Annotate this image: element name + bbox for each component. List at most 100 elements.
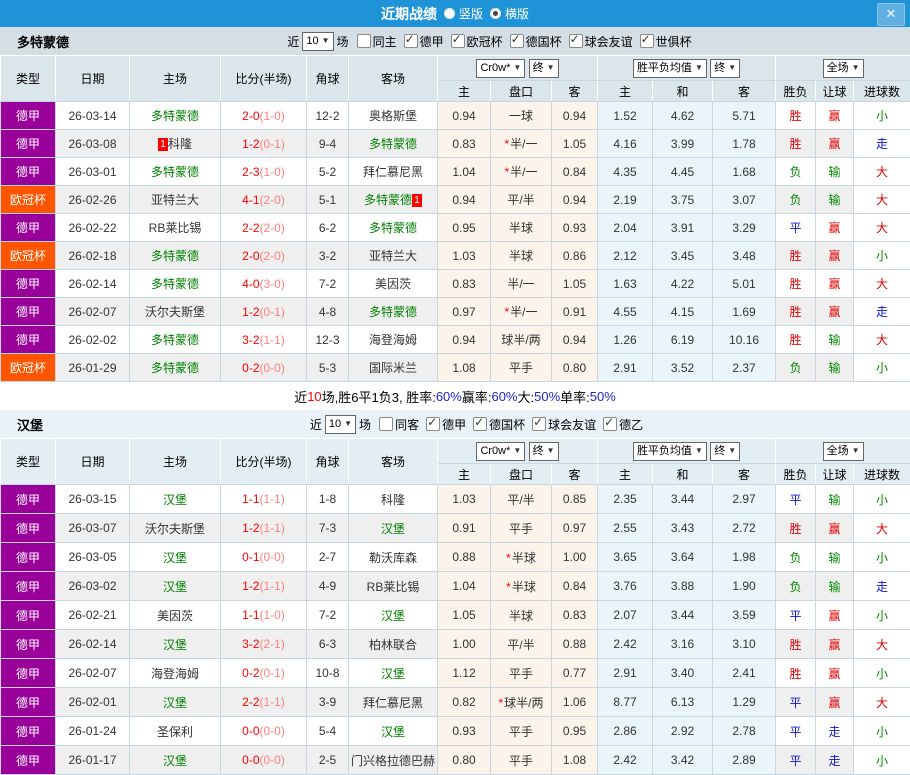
avg-home-odds: 2.42 xyxy=(598,746,653,775)
handicap-cell: *球半/两 xyxy=(491,688,552,717)
league-cell: 德甲 xyxy=(1,688,56,717)
same-venue-checkbox[interactable]: 同主 xyxy=(357,33,397,50)
league-cell: 德甲 xyxy=(1,746,56,775)
away-team-cell: 勒沃库森 xyxy=(349,543,438,572)
league-checkbox[interactable]: 德乙 xyxy=(603,416,643,433)
result-handicap-cell: 赢 xyxy=(816,130,854,158)
away-team-cell: 亚特兰大 xyxy=(349,242,438,270)
league-cell: 德甲 xyxy=(1,601,56,630)
league-checkbox[interactable]: 球会友谊 xyxy=(532,416,596,433)
home-team-cell: 多特蒙德 xyxy=(130,242,221,270)
vertical-radio-label: 竖版 xyxy=(459,5,483,22)
col-corner: 角球 xyxy=(307,56,349,102)
filter-bar: 近 10▼ 场 同客 德甲德国杯球会友谊德乙 xyxy=(43,415,910,434)
score-cell: 1-2(0-1) xyxy=(221,130,307,158)
date-cell: 26-02-18 xyxy=(56,242,130,270)
layout-radio-vertical[interactable]: 竖版 xyxy=(444,5,483,22)
crow-home-odds: 0.94 xyxy=(438,326,491,354)
result-wdl-cell: 胜 xyxy=(776,242,816,270)
games-label: 场 xyxy=(337,33,349,50)
handicap-cell: 平手 xyxy=(491,717,552,746)
league-checkbox[interactable]: 德甲 xyxy=(404,33,444,50)
away-team-cell: 海登海姆 xyxy=(349,326,438,354)
league-cell: 德甲 xyxy=(1,214,56,242)
league-checkbox[interactable]: 德国杯 xyxy=(510,33,562,50)
avg-odds-select[interactable]: 胜平负均值▼ xyxy=(633,442,707,461)
avg-away-odds: 3.48 xyxy=(713,242,776,270)
close-icon[interactable]: ✕ xyxy=(877,3,905,26)
corner-cell: 4-8 xyxy=(307,298,349,326)
corner-cell: 12-2 xyxy=(307,102,349,130)
avg-draw-odds: 6.19 xyxy=(653,326,713,354)
score-cell: 0-1(0-0) xyxy=(221,543,307,572)
recent-count-select[interactable]: 10▼ xyxy=(302,32,333,51)
result-handicap-cell: 输 xyxy=(816,158,854,186)
bookmaker-final-select[interactable]: 终▼ xyxy=(529,59,559,78)
league-checkbox[interactable]: 球会友谊 xyxy=(569,33,633,50)
same-venue-checkbox[interactable]: 同客 xyxy=(379,416,419,433)
avg-draw-odds: 3.45 xyxy=(653,242,713,270)
corner-cell: 7-2 xyxy=(307,270,349,298)
result-handicap-cell: 赢 xyxy=(816,688,854,717)
hamburg-odds-table: 类型 日期 主场 比分(半场) 角球 客场 Cr0w*▼ 终▼ 胜平负均值▼ 终… xyxy=(0,438,910,775)
recent-count-select[interactable]: 10▼ xyxy=(325,415,356,434)
col-crow-home: 主 xyxy=(438,81,491,102)
result-wdl-cell: 胜 xyxy=(776,659,816,688)
result-wdl-cell: 平 xyxy=(776,601,816,630)
avg-away-odds: 3.07 xyxy=(713,186,776,214)
result-wdl-cell: 胜 xyxy=(776,130,816,158)
result-goals-cell: 小 xyxy=(854,354,910,382)
result-goals-cell: 小 xyxy=(854,601,910,630)
avg-home-odds: 2.04 xyxy=(598,214,653,242)
league-checkbox[interactable]: 欧冠杯 xyxy=(451,33,503,50)
avg-draw-odds: 3.52 xyxy=(653,354,713,382)
result-wdl-cell: 负 xyxy=(776,158,816,186)
avg-odds-select[interactable]: 胜平负均值▼ xyxy=(633,59,707,78)
date-cell: 26-03-14 xyxy=(56,102,130,130)
league-cell: 欧冠杯 xyxy=(1,242,56,270)
vertical-radio-icon[interactable] xyxy=(444,8,455,19)
home-team-cell: 亚特兰大 xyxy=(130,186,221,214)
col-avg-draw: 和 xyxy=(653,464,713,485)
result-handicap-cell: 赢 xyxy=(816,102,854,130)
handicap-cell: 平/半 xyxy=(491,186,552,214)
bookmaker-select[interactable]: Cr0w*▼ xyxy=(476,442,525,461)
score-cell: 4-0(3-0) xyxy=(221,270,307,298)
crow-home-odds: 1.03 xyxy=(438,242,491,270)
col-result-goals: 进球数 xyxy=(854,464,910,485)
league-cell: 德甲 xyxy=(1,514,56,543)
home-team-cell: 汉堡 xyxy=(130,572,221,601)
match-row: 德甲26-03-05汉堡0-1(0-0)2-7勒沃库森0.88*半球1.003.… xyxy=(1,543,910,572)
result-goals-cell: 小 xyxy=(854,102,910,130)
avg-draw-odds: 3.42 xyxy=(653,746,713,775)
corner-cell: 4-9 xyxy=(307,572,349,601)
result-goals-cell: 走 xyxy=(854,298,910,326)
horizontal-radio-icon[interactable] xyxy=(490,8,501,19)
avg-draw-odds: 6.13 xyxy=(653,688,713,717)
dortmund-odds-table: 类型 日期 主场 比分(半场) 角球 客场 Cr0w*▼ 终▼ 胜平负均值▼ 终… xyxy=(0,55,910,382)
result-goals-cell: 走 xyxy=(854,572,910,601)
avg-home-odds: 3.65 xyxy=(598,543,653,572)
scope-select[interactable]: 全场▼ xyxy=(823,442,864,461)
avg-home-odds: 2.55 xyxy=(598,514,653,543)
layout-radio-horizontal[interactable]: 横版 xyxy=(490,5,529,22)
corner-cell: 7-3 xyxy=(307,514,349,543)
bookmaker-select[interactable]: Cr0w*▼ xyxy=(476,59,525,78)
result-goals-cell: 走 xyxy=(854,130,910,158)
result-wdl-cell: 平 xyxy=(776,485,816,514)
league-checkbox[interactable]: 德国杯 xyxy=(473,416,525,433)
league-checkbox[interactable]: 德甲 xyxy=(426,416,466,433)
crow-away-odds: 1.06 xyxy=(552,688,598,717)
odds-change-star: * xyxy=(504,305,509,319)
scope-select[interactable]: 全场▼ xyxy=(823,59,864,78)
away-team-cell: 多特蒙德 xyxy=(349,298,438,326)
avg-final-select[interactable]: 终▼ xyxy=(710,442,740,461)
corner-cell: 2-7 xyxy=(307,543,349,572)
bookmaker-final-select[interactable]: 终▼ xyxy=(529,442,559,461)
avg-final-select[interactable]: 终▼ xyxy=(710,59,740,78)
league-cell: 德甲 xyxy=(1,572,56,601)
crow-away-odds: 0.84 xyxy=(552,158,598,186)
avg-draw-odds: 3.75 xyxy=(653,186,713,214)
league-checkbox[interactable]: 世俱杯 xyxy=(640,33,692,50)
score-cell: 0-2(0-0) xyxy=(221,354,307,382)
